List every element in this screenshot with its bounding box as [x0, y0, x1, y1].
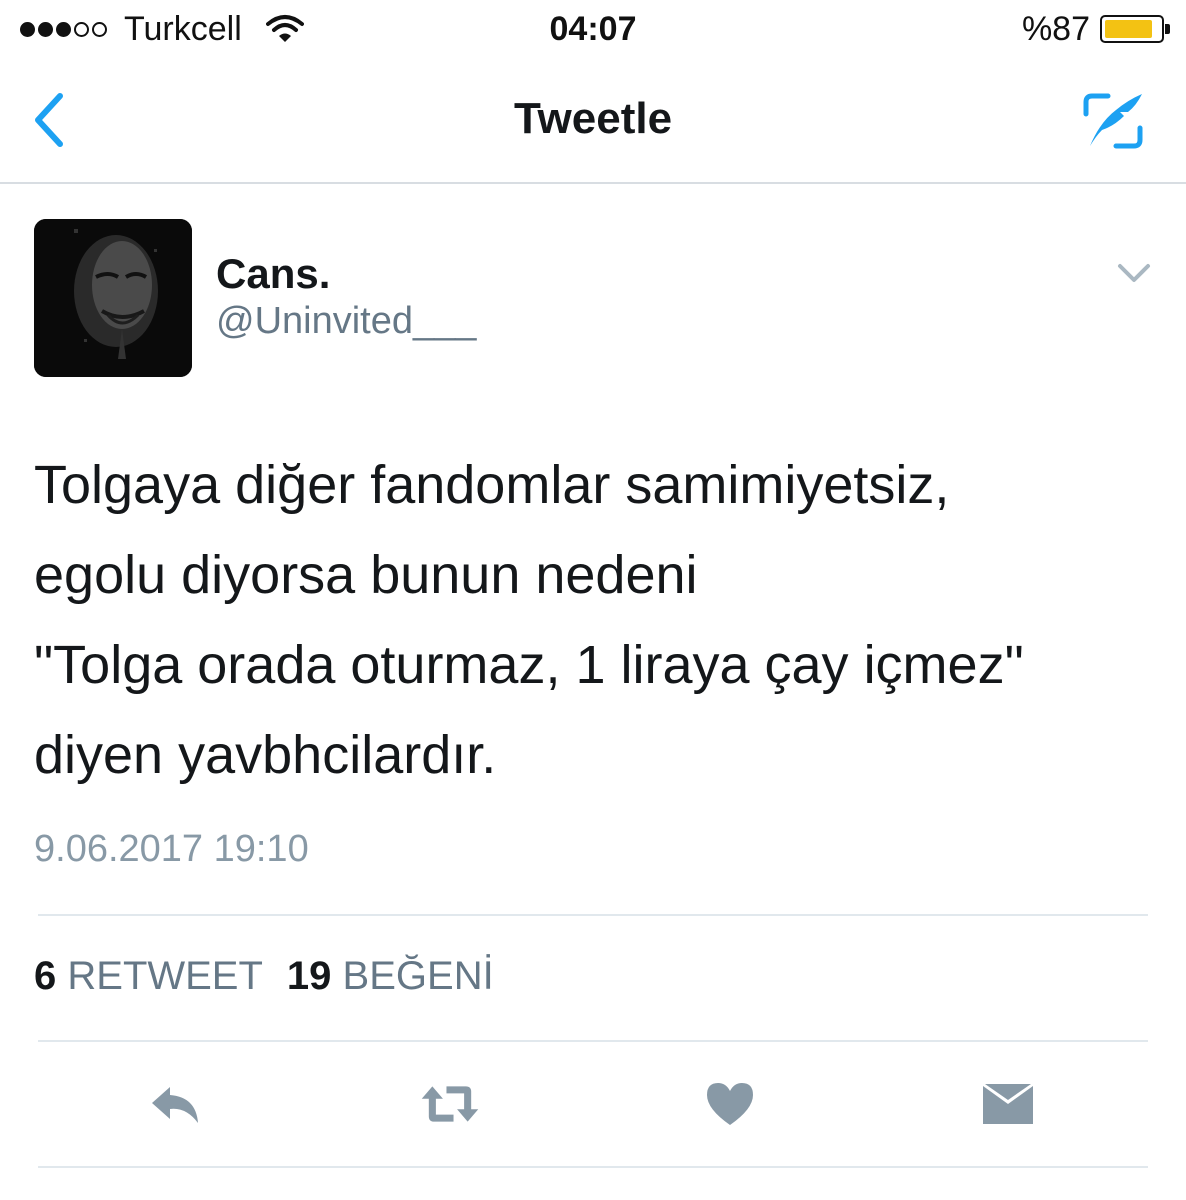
divider [38, 1040, 1148, 1042]
heart-icon [707, 1083, 753, 1125]
chevron-down-icon[interactable] [1114, 258, 1154, 288]
reply-icon [152, 1087, 198, 1123]
tweet-text: Tolgaya diğer fandomlar samimiyetsiz, eg… [34, 440, 1154, 800]
divider [38, 1166, 1148, 1168]
navigation-bar: Tweetle [0, 60, 1186, 184]
battery-icon [1100, 15, 1164, 43]
clock: 04:07 [549, 10, 637, 48]
display-name[interactable]: Cans. [216, 250, 330, 298]
like-stat[interactable]: 19 BEĞENİ [287, 954, 494, 999]
tweet-stats: 6 RETWEET 19 BEĞENİ [34, 954, 494, 999]
reply-button[interactable] [146, 1078, 206, 1130]
retweet-icon [421, 1086, 479, 1122]
tweet-text-line: diyen yavbhcilardır. [34, 725, 497, 785]
tweet-text-line: Tolgaya diğer fandomlar samimiyetsiz, [34, 455, 950, 515]
avatar[interactable] [34, 219, 192, 377]
retweet-label: RETWEET [67, 954, 263, 998]
like-button[interactable] [700, 1078, 760, 1130]
tweet-timestamp: 9.06.2017 19:10 [34, 828, 309, 870]
divider [38, 914, 1148, 916]
user-handle[interactable]: @Uninvited___ [216, 300, 476, 343]
retweet-count: 6 [34, 954, 57, 998]
tweet-text-line: egolu diyorsa bunun nedeni [34, 545, 698, 605]
page-title: Tweetle [513, 94, 673, 143]
direct-message-button[interactable] [978, 1078, 1038, 1130]
compose-tweet-icon[interactable] [1080, 88, 1146, 154]
like-label: BEĞENİ [342, 954, 494, 998]
battery-level [1105, 20, 1152, 38]
retweet-button[interactable] [420, 1078, 480, 1130]
tweet-text-line: "Tolga orada oturmaz, 1 liraya çay içmez… [34, 635, 1024, 695]
retweet-stat[interactable]: 6 RETWEET [34, 954, 263, 999]
envelope-icon [983, 1084, 1033, 1124]
anonymous-mask-avatar [34, 219, 192, 377]
battery-percentage: %87 [1021, 10, 1090, 48]
status-bar: Turkcell 04:07 %87 [0, 0, 1186, 60]
like-count: 19 [286, 954, 332, 998]
